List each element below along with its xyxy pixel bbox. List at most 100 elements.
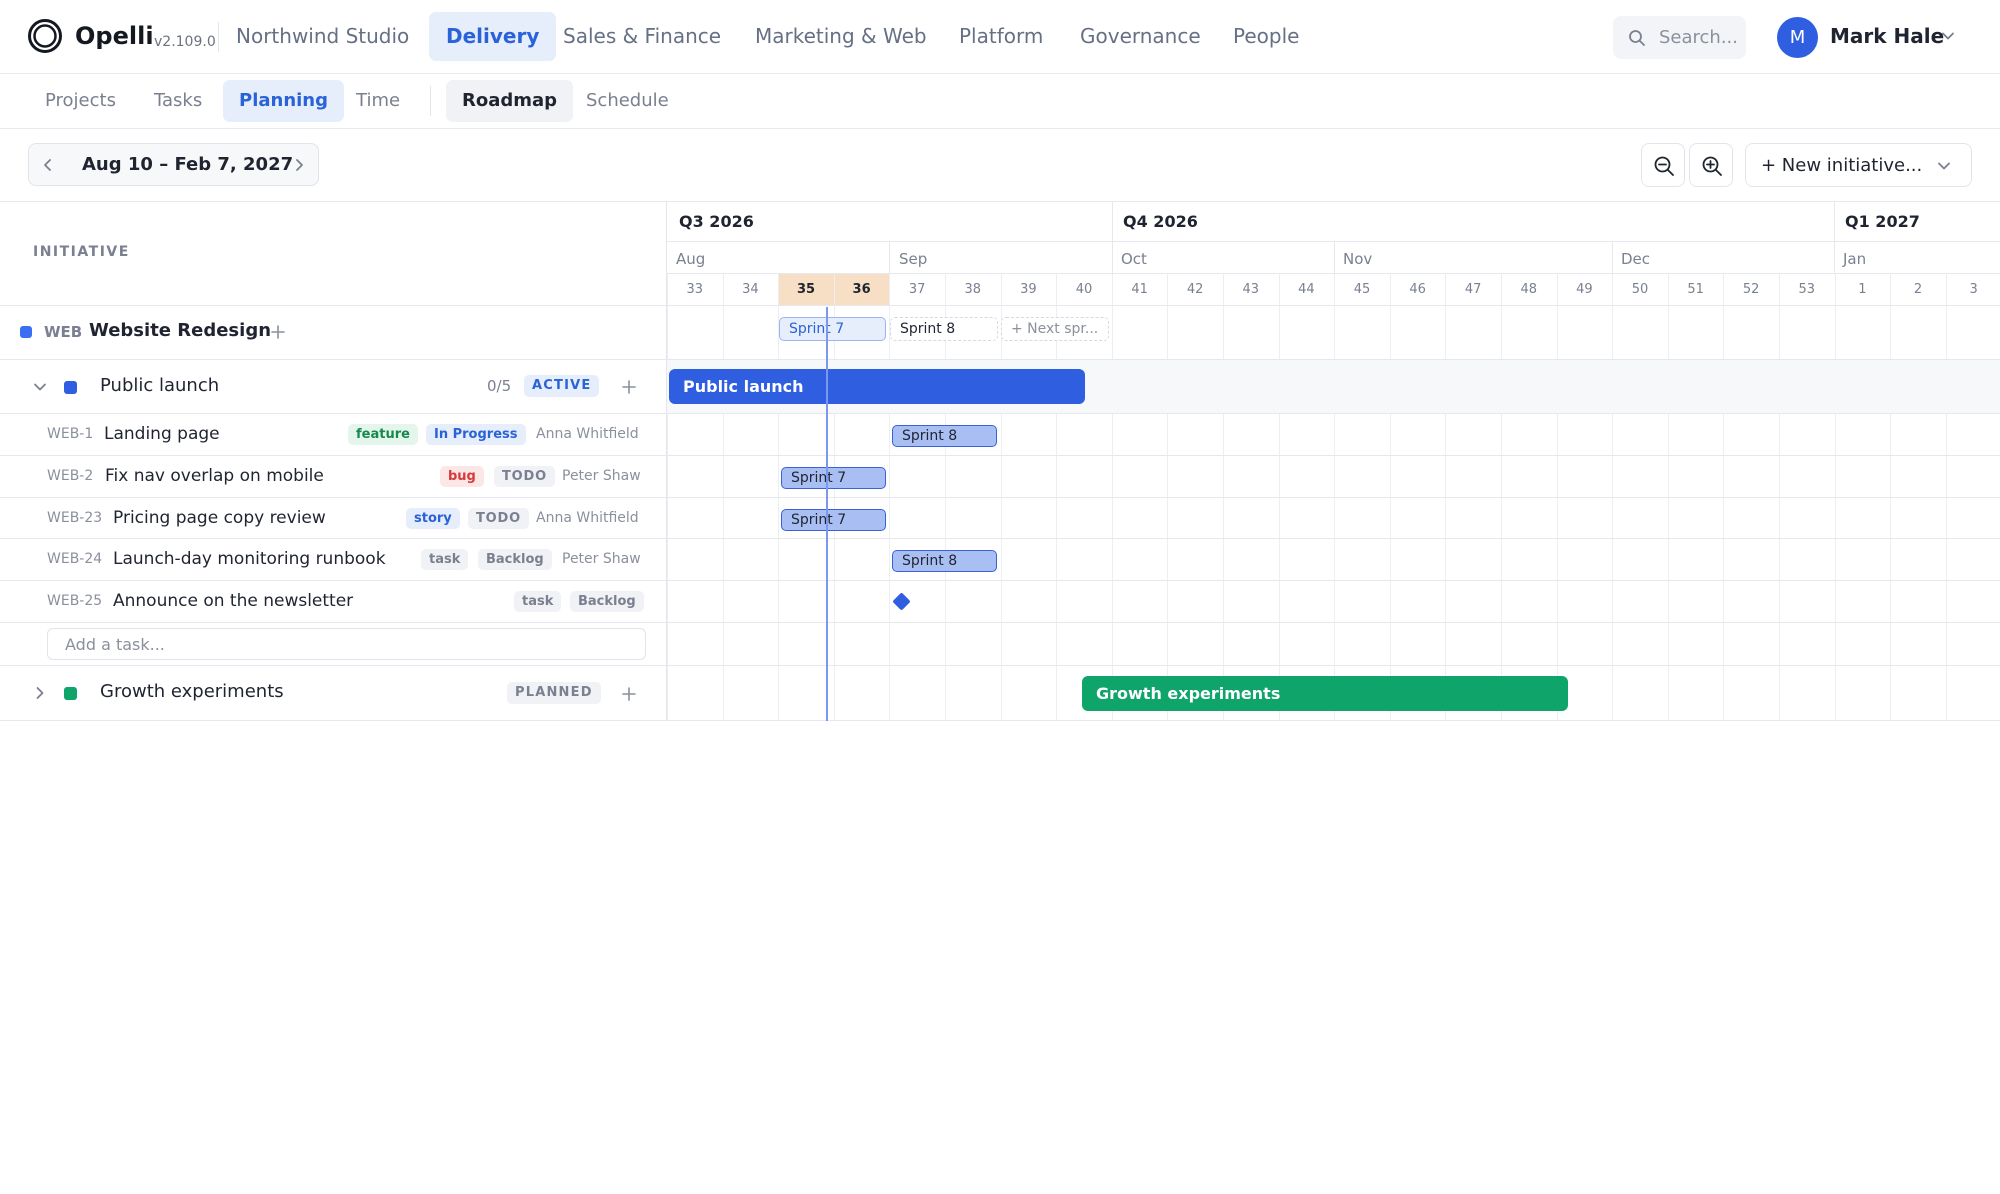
task-name[interactable]: Fix nav overlap on mobile [105,466,324,486]
task-key: WEB-23 [47,510,103,526]
sprint-chip-next[interactable]: Sprint 8 [890,317,998,341]
task-type-tag: bug [440,466,484,487]
add-next-sprint-button[interactable]: + Next spr... [1001,317,1109,341]
topnav-governance[interactable]: Governance [1063,12,1218,61]
initiative-bar-public-launch[interactable]: Public launch [669,369,1085,404]
topnav-marketing-web[interactable]: Marketing & Web [738,12,944,61]
row-separator [0,305,2000,306]
add-task-icon[interactable] [621,379,637,395]
week-label: 44 [1298,282,1315,297]
task-sprint-bar[interactable]: Sprint 7 [781,467,886,489]
chevron-left-icon[interactable] [39,156,57,174]
topnav-people[interactable]: People [1216,12,1316,61]
tab-projects[interactable]: Projects [29,80,132,122]
task-assignee[interactable]: Anna Whitfield [536,426,639,442]
brand-name[interactable]: Opelli [75,22,154,50]
row-separator [0,665,2000,666]
month-label: Dec [1621,250,1651,268]
topnav-platform[interactable]: Platform [942,12,1060,61]
period-boundary-line [1334,241,1335,274]
topnav-sales-finance[interactable]: Sales & Finance [546,12,738,61]
search-input[interactable]: Search... [1613,16,1746,59]
week-label: 51 [1687,282,1704,297]
month-label: Jan [1843,250,1867,268]
sub-navigation-bar: Projects Tasks Planning Time Roadmap Sch… [0,74,2000,129]
task-status[interactable]: Backlog [478,549,552,570]
task-assignee[interactable]: Peter Shaw [562,551,641,567]
tab-time[interactable]: Time [340,80,416,122]
week-label: 39 [1020,282,1037,297]
add-task-icon[interactable] [621,686,637,702]
period-boundary-line [889,241,890,274]
task-type-tag: story [406,508,460,529]
task-key: WEB-25 [47,593,103,609]
initiative-name[interactable]: Public launch [100,375,219,396]
week-label: 49 [1576,282,1593,297]
week-label: 2 [1913,282,1923,297]
week-label: 53 [1798,282,1816,297]
topnav-northwind-studio[interactable]: Northwind Studio [219,12,426,61]
chevron-right-icon[interactable] [290,156,308,174]
zoom-out-icon [1654,156,1674,176]
week-label: 33 [686,282,704,297]
tab-tasks[interactable]: Tasks [138,80,218,122]
initiative-column-header: INITIATIVE [33,244,130,260]
task-assignee[interactable]: Peter Shaw [562,468,641,484]
task-name[interactable]: Pricing page copy review [113,508,326,528]
project-name[interactable]: Website Redesign [89,320,271,341]
chevron-down-icon[interactable] [33,380,47,394]
tab-schedule[interactable]: Schedule [570,80,685,122]
chevron-down-icon[interactable] [1941,29,1955,43]
task-status[interactable]: Backlog [570,591,644,612]
user-avatar[interactable]: M [1777,17,1818,58]
week-label: 3 [1969,282,1978,297]
initiative-bar-growth-experiments[interactable]: Growth experiments [1082,676,1568,711]
task-status[interactable]: In Progress [426,424,526,445]
chevron-down-icon [1938,162,1950,170]
date-range-picker[interactable]: Aug 10 – Feb 7, 2027 [28,143,319,186]
month-label: Nov [1343,250,1373,268]
week-label: 37 [908,282,926,297]
add-task-placeholder: Add a task... [65,635,165,654]
sprint-chip-current[interactable]: Sprint 7 [779,317,886,341]
week-label: 40 [1075,282,1093,297]
date-range-label[interactable]: Aug 10 – Feb 7, 2027 [82,154,293,175]
week-label: 50 [1631,282,1649,297]
grid-top-border [0,201,2000,202]
user-name[interactable]: Mark Hale [1830,24,1944,48]
new-initiative-button[interactable]: + New initiative... [1745,143,1972,187]
week-label: 52 [1742,282,1760,297]
task-key: WEB-2 [47,468,94,484]
zoom-in-icon [1702,156,1722,176]
zoom-in-button[interactable] [1689,143,1733,187]
task-sprint-bar[interactable]: Sprint 8 [892,550,997,572]
today-marker-line [826,307,828,721]
task-assignee[interactable]: Anna Whitfield [536,510,639,526]
week-label: 34 [742,282,759,297]
opelli-logo-icon[interactable] [27,18,63,54]
add-task-input[interactable]: Add a task... [47,628,646,660]
row-separator [0,359,2000,360]
add-initiative-icon[interactable] [270,324,286,340]
tab-planning[interactable]: Planning [223,80,345,122]
task-name[interactable]: Launch-day monitoring runbook [113,549,386,569]
task-name[interactable]: Landing page [104,424,220,444]
row-separator [0,455,2000,456]
project-key: WEB [44,323,83,341]
month-label: Aug [676,250,706,268]
initiative-name[interactable]: Growth experiments [100,681,284,702]
subnav-divider [430,86,431,116]
task-sprint-bar[interactable]: Sprint 8 [892,425,997,447]
left-panel-border [666,201,667,721]
task-sprint-bar[interactable]: Sprint 7 [781,509,886,531]
task-name[interactable]: Announce on the newsletter [113,591,353,611]
zoom-out-button[interactable] [1641,143,1685,187]
task-status[interactable]: TODO [494,466,555,487]
week-label: 46 [1409,282,1426,297]
task-status[interactable]: TODO [468,508,529,529]
tab-roadmap[interactable]: Roadmap [446,80,574,122]
project-color-dot [20,326,32,338]
task-key: WEB-1 [47,426,94,442]
chevron-right-icon[interactable] [33,686,47,700]
topnav-delivery[interactable]: Delivery [429,12,557,61]
